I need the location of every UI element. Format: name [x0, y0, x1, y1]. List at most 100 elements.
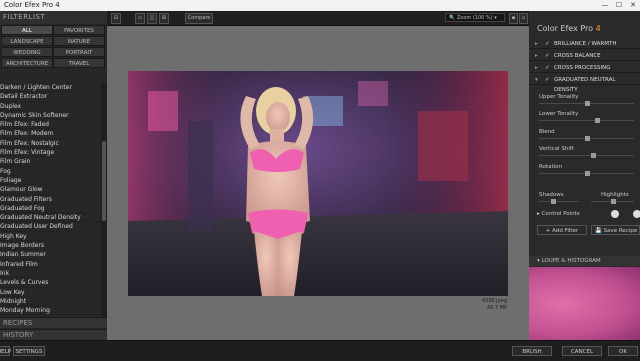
filter-item[interactable]: Fog: [0, 167, 101, 176]
recipes-section[interactable]: RECIPES: [0, 317, 107, 328]
loupe-histogram-header[interactable]: ▾ LOUPE & HISTOGRAM: [529, 256, 640, 266]
image-size: 45.7 MP: [486, 305, 507, 311]
category-architecture[interactable]: ARCHITECTURE: [1, 58, 53, 68]
filter-item[interactable]: Graduated Filters: [0, 195, 101, 204]
shadows-slider[interactable]: [539, 199, 579, 204]
filter-item[interactable]: Film Grain: [0, 157, 101, 167]
title-bar: Color Efex Pro 4 — ☐ ✕: [0, 0, 640, 11]
expand-icon[interactable]: ▸: [535, 51, 538, 61]
control-points-label: Control Points: [541, 211, 580, 217]
filterlist-header: FILTERLIST: [0, 11, 107, 24]
filter-item[interactable]: Foliage: [0, 176, 101, 186]
close-window-button[interactable]: ✕: [626, 0, 640, 11]
collapse-icon[interactable]: ▾: [535, 75, 538, 85]
filter-item[interactable]: Graduated Neutral Density: [0, 213, 101, 223]
add-filter-button[interactable]: + Add Filter: [537, 225, 587, 235]
filter-item[interactable]: Midnight: [0, 297, 101, 307]
minimize-button[interactable]: —: [598, 0, 612, 11]
expand-icon[interactable]: ▸: [535, 39, 538, 49]
lower-tonality-slider[interactable]: [539, 118, 634, 123]
slider-knob[interactable]: [611, 199, 616, 204]
filter-stack-item[interactable]: ▾ ✓ GRADUATED NEUTRAL DENSITY: [529, 75, 640, 93]
filter-item[interactable]: High Key: [0, 232, 101, 242]
add-control-point-icon[interactable]: [611, 210, 619, 218]
shadows-label: Shadows: [539, 192, 564, 198]
split-view-icon[interactable]: ◫: [147, 13, 157, 24]
compare-button[interactable]: Compare: [185, 13, 213, 24]
slider-knob[interactable]: [591, 153, 596, 158]
remove-control-point-icon[interactable]: [633, 210, 640, 218]
background-toggle-icon[interactable]: ▪: [509, 13, 518, 24]
maximize-button[interactable]: ☐: [612, 0, 626, 11]
category-landscape[interactable]: LANDSCAPE: [1, 36, 53, 46]
filter-stack-item[interactable]: ▸ ✓ CROSS BALANCE: [529, 51, 640, 61]
filter-item[interactable]: Duplex: [0, 102, 101, 111]
check-icon[interactable]: ✓: [545, 51, 550, 61]
category-travel[interactable]: TRAVEL: [53, 58, 105, 68]
slider-knob[interactable]: [585, 101, 590, 106]
slider-knob[interactable]: [585, 136, 590, 141]
check-icon[interactable]: ✓: [545, 39, 550, 49]
filter-item[interactable]: Film Efex: Faded: [0, 120, 101, 130]
panel-toggle-icon[interactable]: ⊟: [111, 13, 121, 24]
filter-item[interactable]: Dynamic Skin Softener: [0, 111, 101, 121]
zoom-select[interactable]: 🔍 Zoom (100 %) ▾: [445, 13, 505, 22]
category-all[interactable]: ALL: [1, 25, 53, 35]
highlights-slider[interactable]: [591, 199, 634, 204]
lower-tonality-label: Lower Tonality: [539, 111, 579, 117]
filter-item[interactable]: Glamour Glow: [0, 185, 101, 195]
slider-knob[interactable]: [585, 171, 590, 176]
filter-stack-item[interactable]: ▸ ✓ CROSS PROCESSING: [529, 63, 640, 73]
upper-tonality-slider[interactable]: [539, 101, 634, 106]
filter-item[interactable]: Low Key: [0, 288, 101, 297]
toolbar: ⊟ ▭ ◫ ⊞ Compare 🔍 Zoom (100 %) ▾ ▪ ▫: [107, 11, 529, 26]
category-nature[interactable]: NATURE: [53, 36, 105, 46]
rotation-slider[interactable]: [539, 171, 634, 176]
filter-item[interactable]: Graduated User Defined: [0, 222, 101, 232]
single-view-icon[interactable]: ▭: [135, 13, 145, 24]
filter-stack-item[interactable]: ▸ ✓ BRILLIANCE / WARMTH: [529, 39, 640, 49]
check-icon[interactable]: ✓: [545, 75, 550, 85]
vertical-shift-slider[interactable]: [539, 153, 634, 158]
image-canvas[interactable]: 4336.jpeg 45.7 MP: [107, 26, 529, 340]
help-button[interactable]: HELP: [0, 346, 11, 356]
app-version: 4: [595, 24, 601, 33]
filter-item[interactable]: Detail Extractor: [0, 92, 101, 102]
filter-item[interactable]: Ink: [0, 269, 101, 279]
check-icon[interactable]: ✓: [545, 63, 550, 73]
left-panel: FILTERLIST ALL FAVORITES LANDSCAPE NATUR…: [0, 11, 107, 360]
blend-label: Blend: [539, 129, 555, 135]
window-title: Color Efex Pro 4: [4, 1, 60, 9]
filter-item[interactable]: Darken / Lighten Center: [0, 83, 101, 93]
scrollbar-thumb[interactable]: [102, 141, 106, 221]
history-section[interactable]: HISTORY: [0, 329, 107, 340]
background-color-icon[interactable]: ▫: [519, 13, 528, 24]
filter-item[interactable]: Film Efex: Vintage: [0, 148, 101, 158]
save-recipe-button[interactable]: 💾 Save Recipe: [591, 225, 640, 235]
filter-list: Darken / Lighten Center Detail Extractor…: [0, 83, 101, 325]
filter-item[interactable]: Film Efex: Modern: [0, 129, 101, 139]
filter-item[interactable]: Indian Summer: [0, 250, 101, 260]
zoom-value: Zoom (100 %): [456, 15, 493, 21]
image-filename: 4336.jpeg: [481, 298, 507, 304]
slider-knob[interactable]: [551, 199, 556, 204]
ok-button[interactable]: OK: [608, 346, 638, 356]
expand-icon[interactable]: ▸: [535, 63, 538, 73]
filter-item[interactable]: Levels & Curves: [0, 278, 101, 288]
category-wedding[interactable]: WEDDING: [1, 47, 53, 57]
slider-knob[interactable]: [595, 118, 600, 123]
category-favorites[interactable]: FAVORITES: [53, 25, 105, 35]
filter-item[interactable]: Infrared Film: [0, 260, 101, 269]
filter-item[interactable]: Film Efex: Nostalgic: [0, 139, 101, 149]
category-portrait[interactable]: PORTRAIT: [53, 47, 105, 57]
preview-image: [128, 71, 508, 296]
control-points-row[interactable]: ▸ Control Points: [537, 211, 580, 217]
cancel-button[interactable]: CANCEL: [562, 346, 602, 356]
filter-item[interactable]: Image Borders: [0, 241, 101, 251]
side-by-side-icon[interactable]: ⊞: [159, 13, 169, 24]
brush-button[interactable]: BRUSH: [512, 346, 552, 356]
filter-item[interactable]: Monday Morning: [0, 306, 101, 316]
settings-button[interactable]: SETTINGS: [13, 346, 45, 356]
blend-slider[interactable]: [539, 136, 634, 141]
filter-item[interactable]: Graduated Fog: [0, 204, 101, 214]
